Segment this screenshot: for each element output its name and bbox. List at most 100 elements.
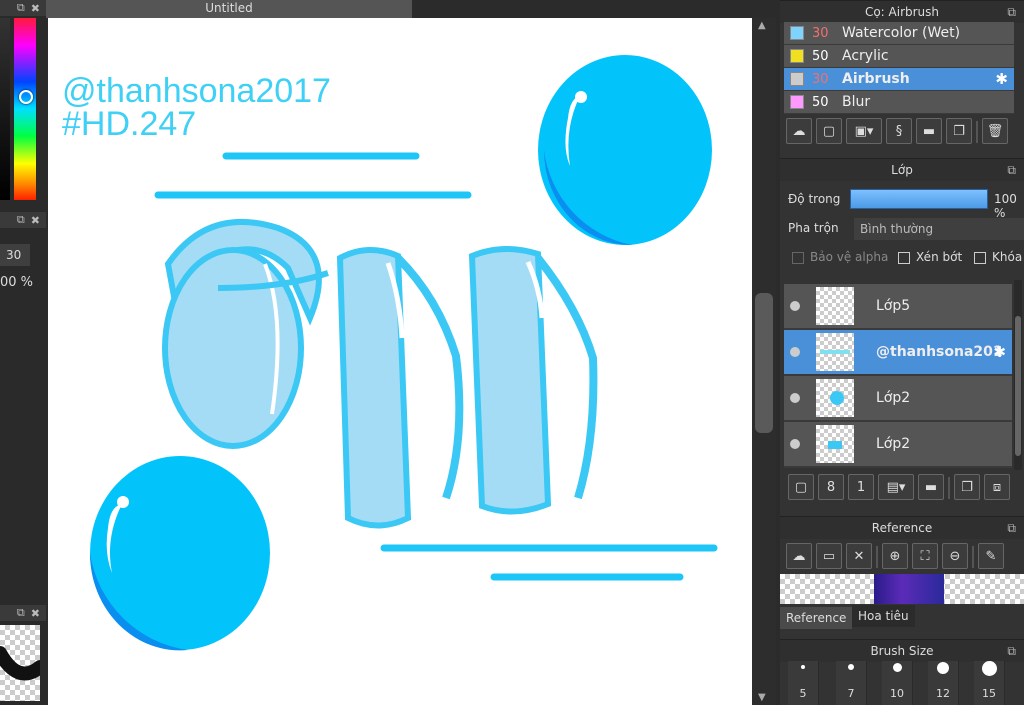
brush-panel-title: Cọ: Airbrush	[864, 5, 940, 19]
drawing-canvas[interactable]: @thanhsona2017 #HD.247	[48, 18, 752, 705]
popout-icon[interactable]: ⧉	[17, 213, 25, 227]
zoom-out-icon[interactable]: ⊖	[942, 543, 968, 569]
add-layer-dropdown-icon[interactable]: ▤▾	[878, 474, 914, 500]
visibility-eye-icon[interactable]	[790, 301, 800, 311]
brush-item-blur[interactable]: 50 Blur	[784, 91, 1014, 114]
protect-alpha-checkbox[interactable]	[792, 252, 804, 264]
canvas-vertical-scrollbar[interactable]: ▲ ▼	[752, 18, 776, 705]
zoom-in-icon[interactable]: ⊕	[882, 543, 908, 569]
add-brush-dropdown-icon[interactable]: ▣▾	[846, 118, 882, 144]
scrollbar-thumb[interactable]	[755, 293, 773, 433]
duplicate-layer-icon[interactable]: ❐	[954, 474, 980, 500]
cloud-download-icon[interactable]: ☁	[786, 118, 812, 144]
folder-icon[interactable]: ▬	[916, 118, 942, 144]
brush-toolbar: ☁ ▢ ▣▾ § ▬ ❐ 🗑	[786, 118, 1008, 146]
folder-icon[interactable]: ▬	[918, 474, 944, 500]
reference-viewer[interactable]	[780, 574, 1024, 604]
visibility-eye-icon[interactable]	[790, 393, 800, 403]
left-panel: ⧉ ✖ ⧉ ✖ 30 00 % ⧉ ✖	[0, 0, 46, 705]
brush-size-preset[interactable]: 7	[836, 661, 867, 705]
fit-screen-icon[interactable]: ⛶	[912, 543, 938, 569]
brush-item-name: Watercolor (Wet)	[842, 25, 961, 41]
popout-icon[interactable]: ⧉	[17, 606, 25, 620]
color-picker[interactable]	[0, 18, 46, 200]
tab-untitled[interactable]: Untitled	[46, 0, 412, 18]
close-icon[interactable]: ✖	[31, 2, 40, 15]
cloud-download-icon[interactable]: ☁	[786, 543, 812, 569]
brush-item-name: Airbrush	[842, 71, 910, 87]
new-1bit-layer-icon[interactable]: 1	[848, 474, 874, 500]
layer-thumbnail	[816, 379, 854, 417]
brush-opacity-value[interactable]: 00 %	[0, 275, 33, 290]
brush-item-watercolor[interactable]: 30 Watercolor (Wet)	[784, 22, 1014, 45]
brush-size-label: 7	[847, 687, 855, 700]
hue-slider[interactable]	[14, 18, 36, 200]
blend-mode-label: Pha trộn	[788, 221, 839, 235]
brush-settings-header: ⧉ ✖	[0, 212, 46, 228]
trash-icon[interactable]: 🗑	[982, 118, 1008, 144]
watermark-line2: #HD.247	[62, 105, 196, 143]
popout-icon[interactable]: ⧉	[1007, 517, 1016, 539]
artwork: @thanhsona2017 #HD.247	[62, 55, 718, 651]
scroll-up-arrow-icon[interactable]: ▲	[758, 20, 766, 31]
brush-item-size: 30	[812, 71, 829, 87]
lock-label: Khóa	[992, 250, 1023, 264]
brush-size-preset[interactable]: 15	[974, 661, 1005, 705]
layer-name: Lớp2	[876, 436, 911, 452]
popout-icon[interactable]: ⧉	[1007, 1, 1016, 23]
close-icon[interactable]: ✖	[31, 214, 40, 227]
clipping-checkbox[interactable]	[898, 252, 910, 264]
merge-layer-icon[interactable]: ⧈	[984, 474, 1010, 500]
letter-k1	[336, 247, 464, 529]
popout-icon[interactable]: ⧉	[1007, 640, 1016, 662]
layer-opacity-slider[interactable]	[850, 189, 988, 209]
layer-row[interactable]: Lớp2	[784, 376, 1012, 422]
duplicate-icon[interactable]: ❐	[946, 118, 972, 144]
new-brush-icon[interactable]: ▢	[816, 118, 842, 144]
brush-size-field[interactable]: 30	[0, 244, 30, 266]
lock-checkbox[interactable]	[974, 252, 986, 264]
layer-row[interactable]: Lớp2	[784, 422, 1012, 468]
gear-icon[interactable]: ✱	[995, 70, 1008, 88]
tab-reference[interactable]: Reference	[780, 607, 853, 629]
visibility-eye-icon[interactable]	[790, 347, 800, 357]
toolbar-separator	[876, 546, 878, 568]
layer-row-selected[interactable]: @thanhsona2017 ✱	[784, 330, 1012, 376]
brush-size-preset[interactable]: 5	[788, 661, 819, 705]
brush-item-acrylic[interactable]: 50 Acrylic	[784, 45, 1014, 68]
popout-icon[interactable]: ⧉	[1007, 159, 1016, 181]
brush-item-airbrush[interactable]: 30 Airbrush ✱	[784, 68, 1014, 91]
blend-mode-value: Bình thường	[860, 222, 934, 236]
scrollbar-thumb[interactable]	[1015, 316, 1021, 456]
layer-opacity-value: 100 %	[994, 192, 1017, 220]
visibility-eye-icon[interactable]	[790, 439, 800, 449]
layer-row[interactable]: Lớp5	[784, 284, 1012, 330]
scroll-down-arrow-icon[interactable]: ▼	[758, 692, 766, 703]
color-panel-header: ⧉ ✖	[0, 0, 46, 16]
reference-toolbar: ☁ ▭ ✕ ⊕ ⛶ ⊖ ✎	[786, 543, 1004, 571]
brush-settings-icon[interactable]: §	[886, 118, 912, 144]
toolbar-separator	[948, 477, 950, 499]
clipping-label: Xén bớt	[916, 250, 963, 264]
tab-navigator[interactable]: Hoa tiêu	[852, 605, 915, 627]
layer-panel-header: Lớp ⧉	[780, 158, 1024, 181]
open-folder-icon[interactable]: ▭	[816, 543, 842, 569]
bubble-top-right	[538, 55, 712, 246]
new-8bit-layer-icon[interactable]: 8	[818, 474, 844, 500]
brush-panel-header: Cọ: Airbrush ⧉	[780, 0, 1024, 23]
reference-image	[874, 574, 944, 604]
saturation-value-area[interactable]	[0, 18, 10, 200]
gear-icon[interactable]: ✱	[993, 343, 1006, 361]
popout-icon[interactable]: ⧉	[17, 1, 25, 15]
close-icon[interactable]: ✕	[846, 543, 872, 569]
hue-slider-knob[interactable]	[19, 90, 33, 104]
eyedropper-icon[interactable]: ✎	[978, 543, 1004, 569]
layer-thumbnail	[816, 287, 854, 325]
brush-color-swatch	[790, 95, 804, 109]
new-layer-icon[interactable]: ▢	[788, 474, 814, 500]
blend-mode-select[interactable]: Bình thường	[854, 218, 1024, 240]
brush-size-preset[interactable]: 10	[882, 661, 913, 705]
layer-list-scrollbar[interactable]	[1014, 280, 1022, 470]
brush-size-preset[interactable]: 12	[928, 661, 959, 705]
close-icon[interactable]: ✖	[31, 607, 40, 620]
